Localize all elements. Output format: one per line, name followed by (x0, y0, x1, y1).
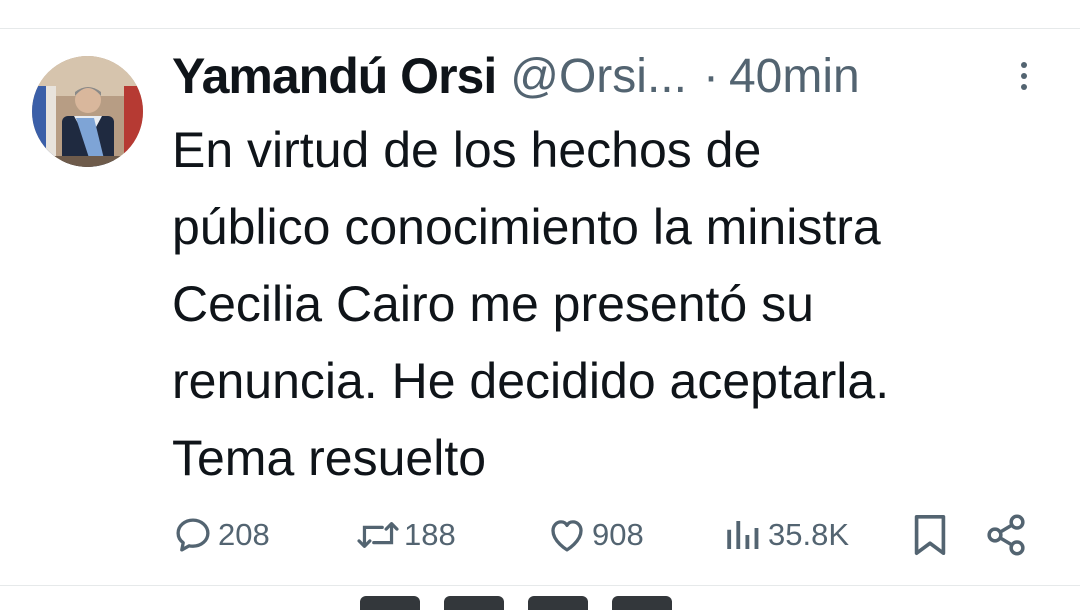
share-icon (987, 514, 1025, 556)
reply-icon (176, 518, 210, 552)
tweet-text-line: Cecilia Cairo me presentó su (172, 276, 814, 332)
avatar-photo (32, 56, 143, 167)
separator-dot: · (702, 49, 719, 103)
reply-button[interactable]: 208 (172, 510, 270, 560)
tweet-text: En virtud de los hechos de público conoc… (172, 112, 1052, 497)
tweet-header: Yamandú Orsi @Orsi... · 40min (172, 46, 1042, 106)
top-divider (0, 28, 1080, 29)
handle[interactable]: @Orsi... (510, 49, 687, 104)
action-bar: 208 188 908 35.8K (0, 510, 1080, 560)
repost-count: 188 (404, 517, 456, 552)
display-name[interactable]: Yamandú Orsi (172, 47, 497, 105)
bookmark-button[interactable] (910, 512, 950, 563)
tweet-text-line: Tema resuelto (172, 430, 487, 486)
tweet-text-line: público conocimiento la ministra (172, 199, 881, 255)
repost-icon (357, 522, 399, 548)
view-count: 35.8K (768, 517, 850, 552)
views-button[interactable]: 35.8K (722, 510, 849, 560)
timestamp[interactable]: 40min (729, 49, 860, 104)
share-button[interactable] (984, 512, 1028, 563)
reply-count: 208 (218, 517, 270, 552)
more-vertical-icon[interactable] (1016, 62, 1032, 98)
tweet-text-line: En virtud de los hechos de (172, 122, 762, 178)
next-tweet-preview (360, 596, 780, 610)
views-chart-icon (727, 521, 759, 549)
like-button[interactable]: 908 (546, 510, 644, 560)
repost-button[interactable]: 188 (356, 510, 456, 560)
avatar[interactable] (32, 56, 143, 167)
tweet-text-line: renuncia. He decidido aceptarla. (172, 353, 890, 409)
like-count: 908 (592, 517, 644, 552)
heart-icon (551, 520, 583, 552)
bookmark-icon (914, 514, 946, 556)
bottom-divider (0, 585, 1080, 586)
